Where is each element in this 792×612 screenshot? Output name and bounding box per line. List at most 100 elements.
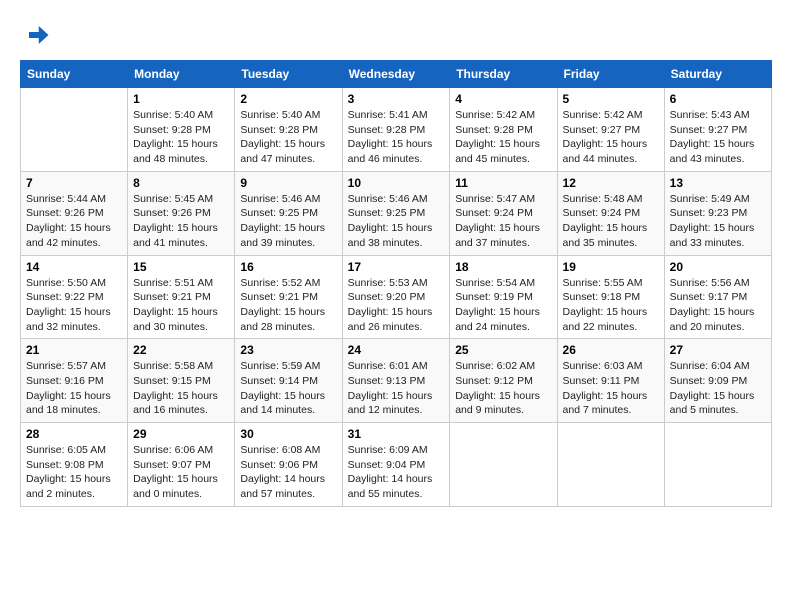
header-cell-friday: Friday (557, 61, 664, 88)
day-number: 18 (455, 260, 551, 274)
day-number: 3 (348, 92, 445, 106)
day-number: 19 (563, 260, 659, 274)
day-number: 15 (133, 260, 229, 274)
day-number: 20 (670, 260, 766, 274)
header-cell-thursday: Thursday (450, 61, 557, 88)
day-number: 14 (26, 260, 122, 274)
calendar-cell: 12 Sunrise: 5:48 AMSunset: 9:24 PMDayligh… (557, 171, 664, 255)
cell-content: Sunrise: 6:03 AMSunset: 9:11 PMDaylight:… (563, 359, 659, 418)
cell-content: Sunrise: 5:57 AMSunset: 9:16 PMDaylight:… (26, 359, 122, 418)
header-cell-saturday: Saturday (664, 61, 771, 88)
header (20, 20, 772, 50)
calendar-cell: 2 Sunrise: 5:40 AMSunset: 9:28 PMDaylight… (235, 88, 342, 172)
cell-content: Sunrise: 5:46 AMSunset: 9:25 PMDaylight:… (348, 192, 445, 251)
cell-content: Sunrise: 5:54 AMSunset: 9:19 PMDaylight:… (455, 276, 551, 335)
calendar-cell: 13 Sunrise: 5:49 AMSunset: 9:23 PMDayligh… (664, 171, 771, 255)
calendar-cell: 31 Sunrise: 6:09 AMSunset: 9:04 PMDayligh… (342, 423, 450, 507)
cell-content: Sunrise: 5:46 AMSunset: 9:25 PMDaylight:… (240, 192, 336, 251)
calendar-cell (450, 423, 557, 507)
calendar-cell: 15 Sunrise: 5:51 AMSunset: 9:21 PMDayligh… (128, 255, 235, 339)
header-cell-wednesday: Wednesday (342, 61, 450, 88)
day-number: 10 (348, 176, 445, 190)
header-cell-tuesday: Tuesday (235, 61, 342, 88)
cell-content: Sunrise: 5:45 AMSunset: 9:26 PMDaylight:… (133, 192, 229, 251)
day-number: 17 (348, 260, 445, 274)
day-number: 6 (670, 92, 766, 106)
day-number: 29 (133, 427, 229, 441)
cell-content: Sunrise: 5:59 AMSunset: 9:14 PMDaylight:… (240, 359, 336, 418)
cell-content: Sunrise: 5:40 AMSunset: 9:28 PMDaylight:… (133, 108, 229, 167)
week-row-0: 1 Sunrise: 5:40 AMSunset: 9:28 PMDaylight… (21, 88, 772, 172)
cell-content: Sunrise: 5:49 AMSunset: 9:23 PMDaylight:… (670, 192, 766, 251)
day-number: 24 (348, 343, 445, 357)
cell-content: Sunrise: 5:41 AMSunset: 9:28 PMDaylight:… (348, 108, 445, 167)
calendar-cell: 27Sunrise: 6:04 AMSunset: 9:09 PMDayligh… (664, 339, 771, 423)
day-number: 26 (563, 343, 659, 357)
cell-content: Sunrise: 5:40 AMSunset: 9:28 PMDaylight:… (240, 108, 336, 167)
cell-content: Sunrise: 5:50 AMSunset: 9:22 PMDaylight:… (26, 276, 122, 335)
day-number: 7 (26, 176, 122, 190)
day-number: 8 (133, 176, 229, 190)
calendar-cell: 4Sunrise: 5:42 AMSunset: 9:28 PMDaylight… (450, 88, 557, 172)
day-number: 2 (240, 92, 336, 106)
cell-content: Sunrise: 5:42 AMSunset: 9:27 PMDaylight:… (563, 108, 659, 167)
header-cell-sunday: Sunday (21, 61, 128, 88)
calendar-cell: 16 Sunrise: 5:52 AMSunset: 9:21 PMDayligh… (235, 255, 342, 339)
calendar-cell: 19 Sunrise: 5:55 AMSunset: 9:18 PMDayligh… (557, 255, 664, 339)
day-number: 27 (670, 343, 766, 357)
calendar-cell: 21 Sunrise: 5:57 AMSunset: 9:16 PMDayligh… (21, 339, 128, 423)
calendar-cell: 6 Sunrise: 5:43 AMSunset: 9:27 PMDaylight… (664, 88, 771, 172)
week-row-1: 7 Sunrise: 5:44 AMSunset: 9:26 PMDaylight… (21, 171, 772, 255)
calendar-cell: 29 Sunrise: 6:06 AMSunset: 9:07 PMDayligh… (128, 423, 235, 507)
day-number: 25 (455, 343, 551, 357)
calendar-table: SundayMondayTuesdayWednesdayThursdayFrid… (20, 60, 772, 507)
day-number: 30 (240, 427, 336, 441)
week-row-4: 28Sunrise: 6:05 AMSunset: 9:08 PMDayligh… (21, 423, 772, 507)
logo-icon (20, 20, 50, 50)
calendar-cell: 3 Sunrise: 5:41 AMSunset: 9:28 PMDaylight… (342, 88, 450, 172)
day-number: 13 (670, 176, 766, 190)
calendar-cell: 28Sunrise: 6:05 AMSunset: 9:08 PMDayligh… (21, 423, 128, 507)
day-number: 16 (240, 260, 336, 274)
calendar-cell: 5 Sunrise: 5:42 AMSunset: 9:27 PMDaylight… (557, 88, 664, 172)
cell-content: Sunrise: 6:05 AMSunset: 9:08 PMDaylight:… (26, 443, 122, 502)
calendar-cell: 7 Sunrise: 5:44 AMSunset: 9:26 PMDaylight… (21, 171, 128, 255)
calendar-cell: 30 Sunrise: 6:08 AMSunset: 9:06 PMDayligh… (235, 423, 342, 507)
day-number: 12 (563, 176, 659, 190)
week-row-3: 21 Sunrise: 5:57 AMSunset: 9:16 PMDayligh… (21, 339, 772, 423)
calendar-cell: 17 Sunrise: 5:53 AMSunset: 9:20 PMDayligh… (342, 255, 450, 339)
day-number: 31 (348, 427, 445, 441)
calendar-cell: 20 Sunrise: 5:56 AMSunset: 9:17 PMDayligh… (664, 255, 771, 339)
cell-content: Sunrise: 5:56 AMSunset: 9:17 PMDaylight:… (670, 276, 766, 335)
calendar-cell: 25Sunrise: 6:02 AMSunset: 9:12 PMDayligh… (450, 339, 557, 423)
cell-content: Sunrise: 5:55 AMSunset: 9:18 PMDaylight:… (563, 276, 659, 335)
day-number: 23 (240, 343, 336, 357)
calendar-cell (21, 88, 128, 172)
cell-content: Sunrise: 5:42 AMSunset: 9:28 PMDaylight:… (455, 108, 551, 167)
cell-content: Sunrise: 5:58 AMSunset: 9:15 PMDaylight:… (133, 359, 229, 418)
day-number: 22 (133, 343, 229, 357)
day-number: 1 (133, 92, 229, 106)
calendar-cell: 18 Sunrise: 5:54 AMSunset: 9:19 PMDayligh… (450, 255, 557, 339)
day-number: 21 (26, 343, 122, 357)
cell-content: Sunrise: 5:53 AMSunset: 9:20 PMDaylight:… (348, 276, 445, 335)
cell-content: Sunrise: 5:52 AMSunset: 9:21 PMDaylight:… (240, 276, 336, 335)
calendar-cell: 8 Sunrise: 5:45 AMSunset: 9:26 PMDaylight… (128, 171, 235, 255)
calendar-cell: 1 Sunrise: 5:40 AMSunset: 9:28 PMDaylight… (128, 88, 235, 172)
cell-content: Sunrise: 5:48 AMSunset: 9:24 PMDaylight:… (563, 192, 659, 251)
calendar-cell: 9 Sunrise: 5:46 AMSunset: 9:25 PMDaylight… (235, 171, 342, 255)
calendar-cell: 10 Sunrise: 5:46 AMSunset: 9:25 PMDayligh… (342, 171, 450, 255)
header-cell-monday: Monday (128, 61, 235, 88)
cell-content: Sunrise: 6:01 AMSunset: 9:13 PMDaylight:… (348, 359, 445, 418)
cell-content: Sunrise: 5:43 AMSunset: 9:27 PMDaylight:… (670, 108, 766, 167)
cell-content: Sunrise: 6:08 AMSunset: 9:06 PMDaylight:… (240, 443, 336, 502)
cell-content: Sunrise: 6:09 AMSunset: 9:04 PMDaylight:… (348, 443, 445, 502)
week-row-2: 14 Sunrise: 5:50 AMSunset: 9:22 PMDayligh… (21, 255, 772, 339)
header-row: SundayMondayTuesdayWednesdayThursdayFrid… (21, 61, 772, 88)
day-number: 5 (563, 92, 659, 106)
day-number: 9 (240, 176, 336, 190)
cell-content: Sunrise: 5:44 AMSunset: 9:26 PMDaylight:… (26, 192, 122, 251)
cell-content: Sunrise: 6:06 AMSunset: 9:07 PMDaylight:… (133, 443, 229, 502)
calendar-cell (664, 423, 771, 507)
cell-content: Sunrise: 5:51 AMSunset: 9:21 PMDaylight:… (133, 276, 229, 335)
